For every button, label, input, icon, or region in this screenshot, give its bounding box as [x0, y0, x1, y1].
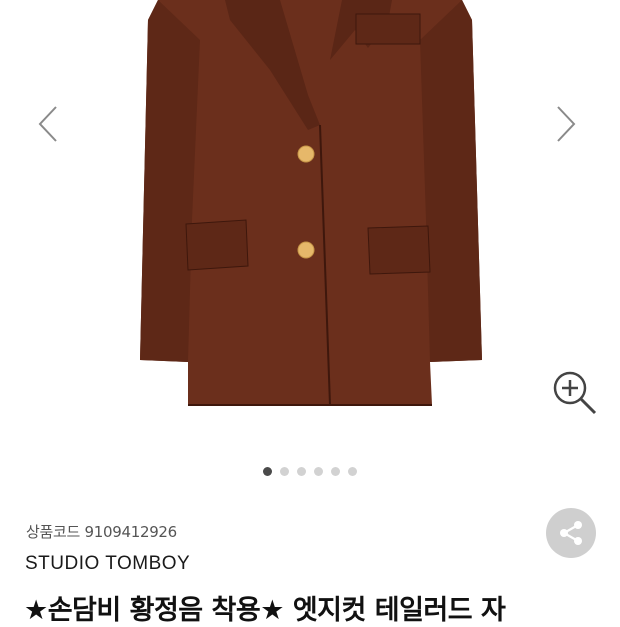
zoom-button[interactable] — [550, 368, 598, 416]
slide-dot-1[interactable] — [263, 467, 272, 476]
slide-dot-6[interactable] — [348, 467, 357, 476]
product-title: ★손담비 황정음 착용★ 엣지컷 테일러드 자 — [24, 595, 506, 626]
brand-name[interactable]: STUDIO TOMBOY — [25, 553, 190, 575]
slide-dot-3[interactable] — [297, 467, 306, 476]
product-code-value: 9109412926 — [84, 523, 177, 541]
product-image-gallery[interactable] — [0, 0, 620, 455]
zoom-in-icon — [553, 371, 597, 415]
chevron-right-icon — [557, 106, 576, 142]
product-code: 상품코드 9109412926 — [26, 521, 177, 542]
slide-dot-4[interactable] — [314, 467, 323, 476]
slide-dot-5[interactable] — [331, 467, 340, 476]
share-button[interactable] — [546, 508, 596, 558]
share-icon — [560, 521, 582, 545]
product-code-label: 상품코드 — [26, 523, 81, 541]
previous-image-button[interactable] — [28, 102, 68, 146]
slide-indicator — [0, 467, 620, 476]
slide-dot-2[interactable] — [280, 467, 289, 476]
product-image-brown-tailored-jacket[interactable] — [130, 0, 490, 420]
chevron-left-icon — [38, 106, 57, 142]
next-image-button[interactable] — [546, 102, 586, 146]
